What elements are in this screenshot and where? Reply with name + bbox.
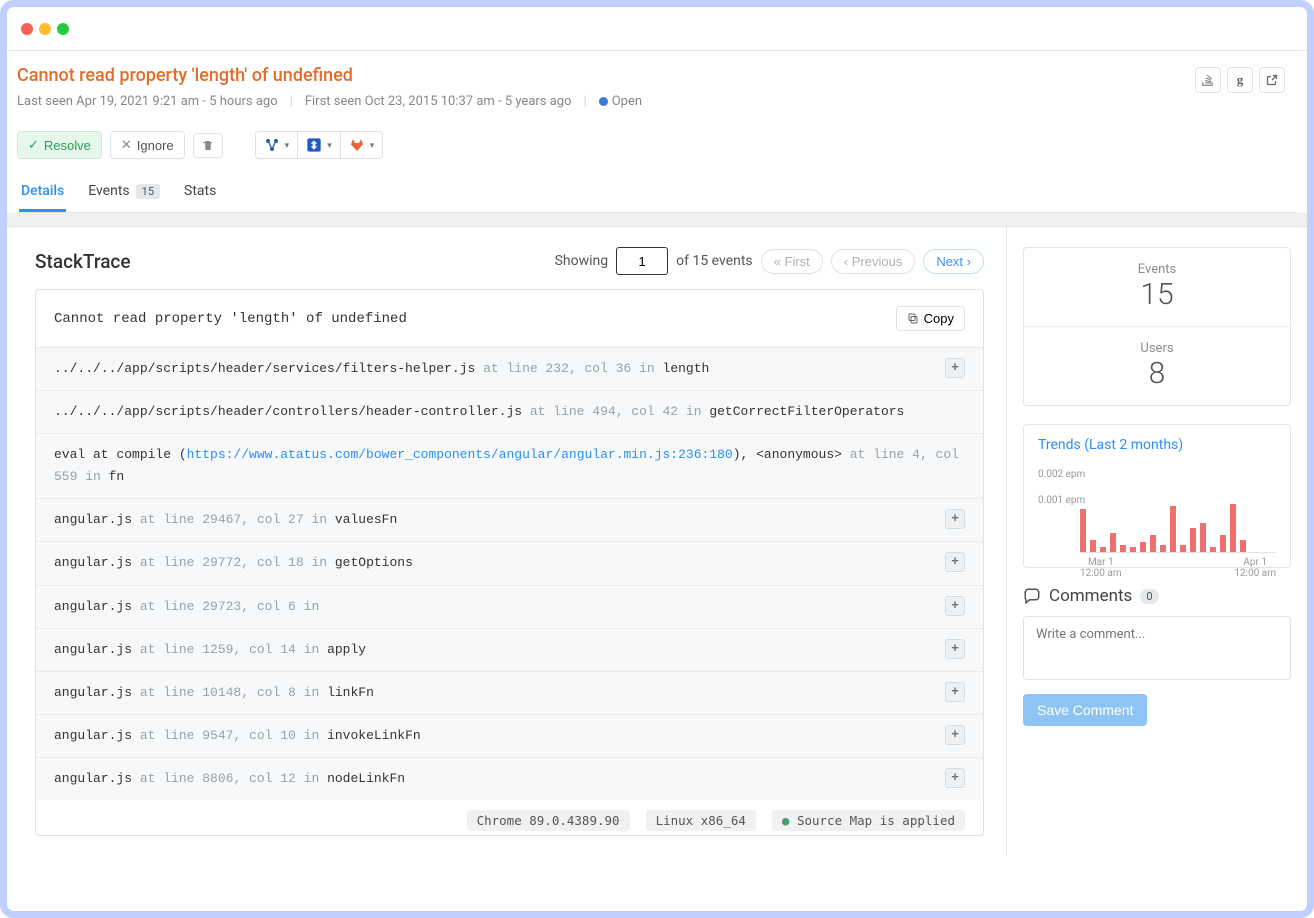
integration-gitlab-button[interactable]: ▾	[340, 131, 384, 159]
chart-bar	[1080, 509, 1086, 552]
stack-frame: eval at compile (https://www.atatus.com/…	[36, 433, 983, 498]
window-close-dot[interactable]	[21, 23, 33, 35]
error-meta: Last seen Apr 19, 2021 9:21 am - 5 hours…	[17, 94, 1297, 109]
delete-button[interactable]	[193, 133, 223, 158]
env-sourcemap-tag: ● Source Map is applied	[772, 810, 965, 831]
trends-title: Trends (Last 2 months)	[1024, 425, 1290, 457]
first-seen-text: First seen Oct 23, 2015 10:37 am - 5 yea…	[305, 94, 572, 109]
chart-bar	[1150, 535, 1156, 552]
comment-icon	[1023, 587, 1041, 605]
chart-bar	[1140, 542, 1146, 552]
expand-frame-button[interactable]: +	[945, 639, 965, 659]
chart-bar	[1190, 528, 1196, 552]
chart-bar	[1210, 547, 1216, 552]
chart-bar	[1240, 540, 1246, 552]
window-titlebar	[7, 7, 1307, 51]
stack-frame: angular.js at line 29723, col 6 in +	[36, 585, 983, 628]
copy-button[interactable]: Copy	[896, 306, 965, 331]
stack-frame: angular.js at line 10148, col 8 in linkF…	[36, 671, 983, 714]
ignore-button[interactable]: ✕Ignore	[110, 131, 185, 159]
stack-frame: ../../../app/scripts/header/controllers/…	[36, 390, 983, 433]
env-os-tag: Linux x86_64	[646, 810, 756, 831]
of-events-label: of 15 events	[676, 253, 753, 269]
last-seen-text: Last seen Apr 19, 2021 9:21 am - 5 hours…	[17, 94, 278, 109]
chart-bar	[1200, 523, 1206, 552]
tab-details[interactable]: Details	[19, 175, 66, 212]
chart-bar	[1130, 547, 1136, 552]
integration-jira-button[interactable]: ▾	[297, 131, 341, 159]
stacktrace-panel: Cannot read property 'length' of undefin…	[35, 289, 984, 836]
expand-frame-button[interactable]: +	[945, 768, 965, 788]
expand-frame-button[interactable]: +	[945, 682, 965, 702]
tabs: Details Events15 Stats	[17, 175, 1297, 213]
window-zoom-dot[interactable]	[57, 23, 69, 35]
events-stat-value: 15	[1024, 277, 1290, 312]
error-message: Cannot read property 'length' of undefin…	[54, 311, 407, 327]
stack-frame: angular.js at line 9547, col 10 in invok…	[36, 714, 983, 757]
chart-bar	[1230, 504, 1236, 552]
frame-source-link[interactable]: https://www.atatus.com/bower_components/…	[187, 447, 733, 462]
users-stat-value: 8	[1024, 356, 1290, 391]
integrations-group: ▾ ▾ ▾	[255, 131, 384, 159]
tab-events[interactable]: Events15	[86, 175, 162, 212]
expand-frame-button[interactable]: +	[945, 358, 965, 378]
chart-bar	[1100, 547, 1106, 552]
status-open: Open	[599, 94, 642, 109]
first-page-button[interactable]: « First	[761, 249, 823, 274]
page-input[interactable]	[616, 247, 668, 275]
chart-bar	[1220, 535, 1226, 552]
tab-stats[interactable]: Stats	[182, 175, 218, 212]
prev-page-button[interactable]: ‹ Previous	[831, 249, 916, 274]
trends-chart: 0.002 epm 0.001 epm Mar 112:00 am Apr 11…	[1024, 457, 1290, 567]
integration-1-button[interactable]: ▾	[255, 131, 299, 159]
expand-frame-button[interactable]: +	[945, 725, 965, 745]
stack-frame: angular.js at line 8806, col 12 in nodeL…	[36, 757, 983, 800]
chart-bar	[1160, 545, 1166, 552]
next-page-button[interactable]: Next ›	[923, 249, 984, 274]
expand-frame-button[interactable]: +	[945, 509, 965, 529]
chart-bar	[1170, 506, 1176, 552]
window-minimize-dot[interactable]	[39, 23, 51, 35]
error-title: Cannot read property 'length' of undefin…	[17, 65, 1297, 86]
users-stat-label: Users	[1024, 341, 1290, 356]
chart-bar	[1110, 533, 1116, 552]
events-stat-label: Events	[1024, 262, 1290, 277]
google-icon[interactable]: g	[1227, 67, 1253, 93]
stack-frame: angular.js at line 1259, col 14 in apply…	[36, 628, 983, 671]
chart-bar	[1120, 545, 1126, 552]
expand-frame-button[interactable]: +	[945, 596, 965, 616]
external-link-icon[interactable]	[1259, 67, 1285, 93]
comments-heading: Comments 0	[1023, 586, 1291, 606]
stack-frame: angular.js at line 29467, col 27 in valu…	[36, 498, 983, 541]
chart-bar	[1180, 545, 1186, 552]
expand-frame-button[interactable]: +	[945, 552, 965, 572]
stacktrace-heading: StackTrace	[35, 250, 131, 273]
env-browser-tag: Chrome 89.0.4389.90	[467, 810, 630, 831]
showing-label: Showing	[555, 253, 609, 269]
chart-bar	[1090, 540, 1096, 552]
stack-frame: angular.js at line 29772, col 18 in getO…	[36, 541, 983, 584]
resolve-button[interactable]: ✓Resolve	[17, 131, 102, 159]
save-comment-button[interactable]: Save Comment	[1023, 694, 1147, 726]
stack-frame: ../../../app/scripts/header/services/fil…	[36, 347, 983, 390]
stackoverflow-icon[interactable]	[1195, 67, 1221, 93]
comment-input[interactable]	[1023, 616, 1291, 680]
